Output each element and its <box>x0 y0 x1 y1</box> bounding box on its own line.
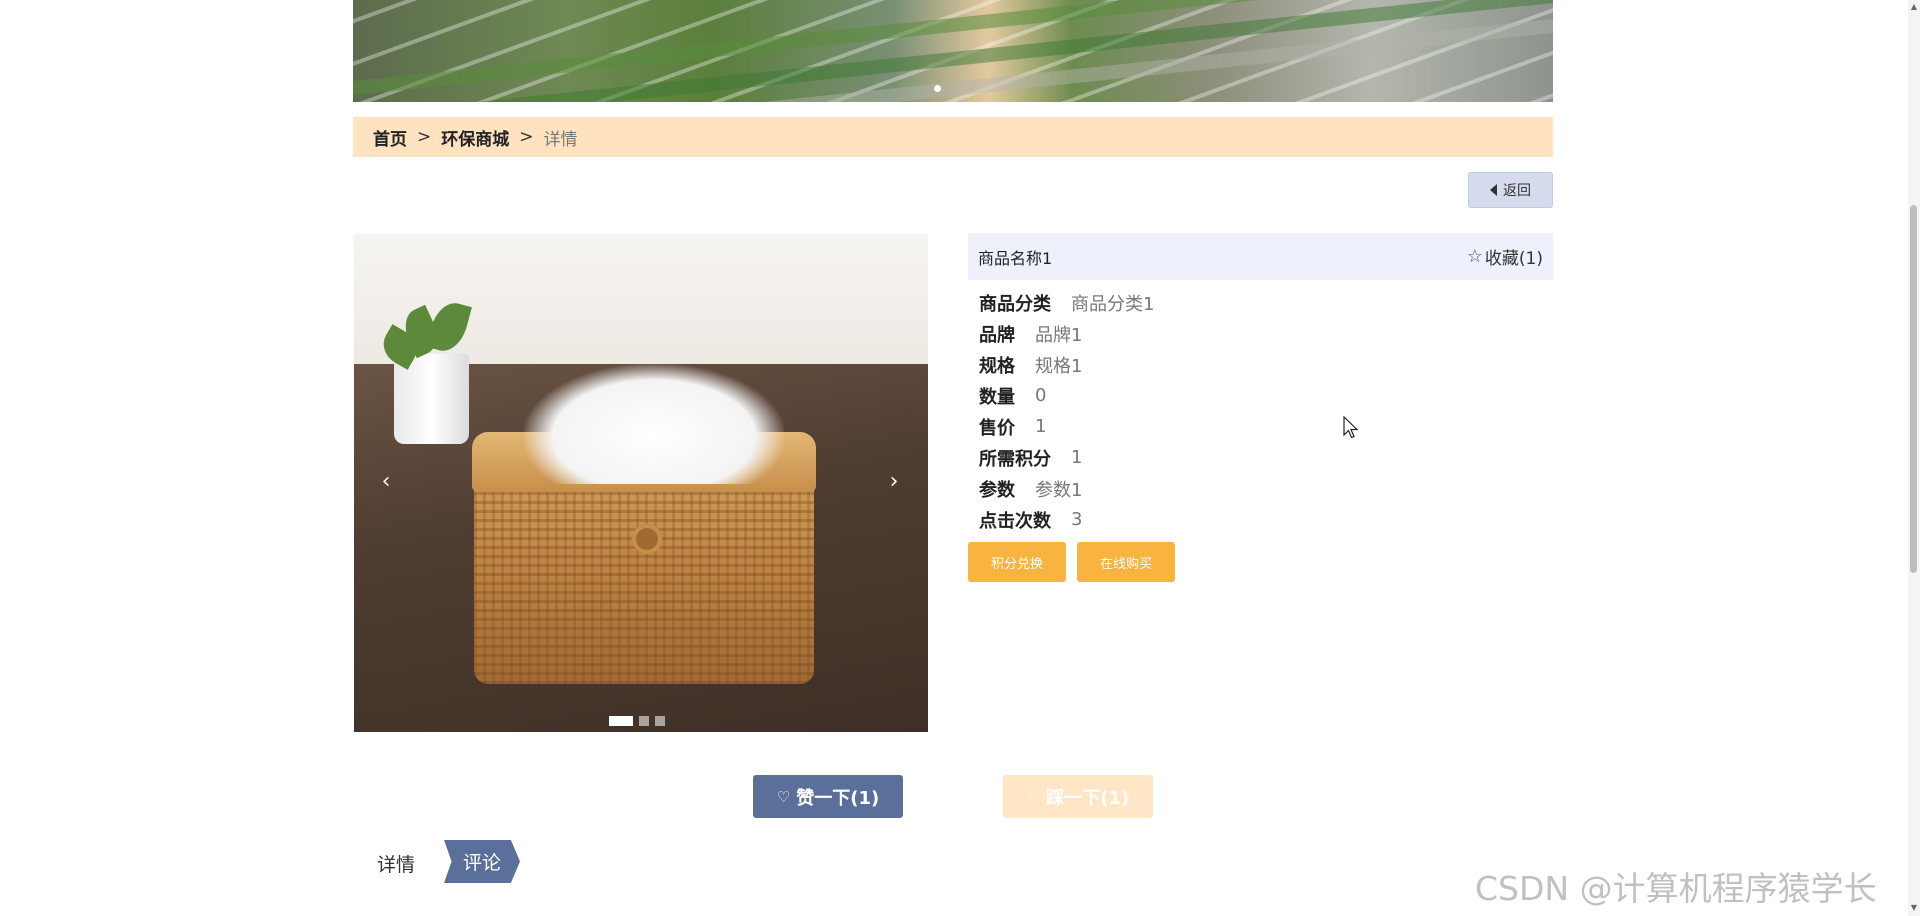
favorite-button[interactable]: ☆ 收藏(1) <box>1467 244 1543 269</box>
breadcrumb-separator: > <box>519 127 534 147</box>
back-button[interactable]: 返回 <box>1468 172 1553 208</box>
attr-value: 商品分类1 <box>1071 293 1155 315</box>
like-button[interactable]: ♡ 赞一下(1) <box>753 775 903 818</box>
carousel-indicators <box>609 716 665 726</box>
photo-basket-knob <box>632 524 662 554</box>
attr-value: 品牌1 <box>1035 324 1083 346</box>
attr-value: 1 <box>1071 447 1083 468</box>
carousel-indicator-2[interactable] <box>639 716 649 726</box>
favorite-label: 收藏(1) <box>1484 249 1543 269</box>
attr-row-brand: 品牌 品牌1 <box>979 318 1154 349</box>
product-image-carousel[interactable]: ‹ › <box>354 234 928 732</box>
back-button-label: 返回 <box>1503 183 1531 199</box>
scroll-down-icon[interactable]: ▼ <box>1909 903 1919 913</box>
photo-tissue <box>524 364 784 484</box>
attr-value: 3 <box>1071 509 1083 530</box>
carousel-indicator-1[interactable] <box>609 716 633 726</box>
attr-label: 参数 <box>979 479 1015 501</box>
watermark: CSDN @计算机程序猿学长 <box>1475 869 1877 908</box>
breadcrumb: 首页 > 环保商城 > 详情 <box>353 117 1553 157</box>
breadcrumb-mall-link[interactable]: 环保商城 <box>441 125 509 150</box>
attr-label: 售价 <box>979 417 1015 439</box>
attr-row-points: 所需积分 1 <box>979 442 1154 473</box>
product-attributes: 商品分类 商品分类1 品牌 品牌1 规格 规格1 数量 0 售价 1 所需积分 … <box>979 287 1154 535</box>
attr-label: 数量 <box>979 386 1015 408</box>
attr-row-price: 售价 1 <box>979 411 1154 442</box>
star-outline-icon: ☆ <box>1466 246 1483 267</box>
page-scrollbar-thumb[interactable] <box>1910 205 1917 573</box>
attr-value: 参数1 <box>1035 479 1083 501</box>
caret-left-icon <box>1490 184 1497 196</box>
banner-indicator-dot[interactable] <box>934 85 941 92</box>
tab-comment[interactable]: 评论 <box>444 840 520 883</box>
carousel-next-arrow[interactable]: › <box>884 470 904 494</box>
attr-value: 规格1 <box>1035 355 1083 377</box>
attr-label: 规格 <box>979 355 1015 377</box>
attr-row-clicks: 点击次数 3 <box>979 504 1154 535</box>
buy-online-button[interactable]: 在线购买 <box>1077 542 1175 582</box>
dislike-button[interactable]: ♡ 踩一下(1) <box>1003 775 1153 818</box>
carousel-prev-arrow[interactable]: ‹ <box>376 470 396 494</box>
product-name: 商品名称1 <box>978 248 1053 268</box>
top-banner-image <box>353 0 1553 102</box>
like-label: 赞一下(1) <box>796 787 880 809</box>
dislike-label: 踩一下(1) <box>1046 787 1130 809</box>
attr-label: 品牌 <box>979 324 1015 346</box>
breadcrumb-current: 详情 <box>543 129 578 150</box>
attr-label: 点击次数 <box>979 510 1051 532</box>
carousel-indicator-3[interactable] <box>655 716 665 726</box>
breadcrumb-separator: > <box>417 127 432 147</box>
mouse-cursor-icon <box>1343 416 1359 439</box>
attr-row-quantity: 数量 0 <box>979 380 1154 411</box>
breadcrumb-home-link[interactable]: 首页 <box>373 125 407 150</box>
attr-label: 所需积分 <box>979 448 1051 470</box>
scroll-up-icon[interactable]: ▲ <box>1909 2 1919 12</box>
attr-label: 商品分类 <box>979 293 1051 315</box>
attr-row-params: 参数 参数1 <box>979 473 1154 504</box>
product-info-header: 商品名称1 ☆ 收藏(1) <box>968 233 1553 280</box>
tab-detail[interactable]: 详情 <box>377 850 415 877</box>
attr-value: 1 <box>1035 416 1047 437</box>
thumbs-up-icon: ♡ <box>776 787 791 806</box>
thumbs-down-icon: ♡ <box>1026 787 1041 806</box>
points-exchange-button[interactable]: 积分兑换 <box>968 542 1066 582</box>
attr-row-spec: 规格 规格1 <box>979 349 1154 380</box>
attr-value: 0 <box>1035 385 1047 406</box>
attr-row-category: 商品分类 商品分类1 <box>979 287 1154 318</box>
